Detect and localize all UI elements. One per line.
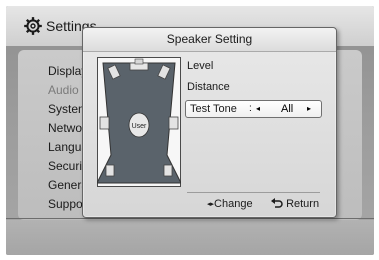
footer-band: [6, 220, 374, 255]
left-arrow-icon[interactable]: ◂: [256, 104, 260, 113]
option-test-tone[interactable]: Test Tone : ◂ All ▸: [185, 100, 322, 118]
test-tone-separator: :: [249, 103, 252, 114]
test-tone-label: Test Tone: [190, 103, 237, 115]
change-hint: ◂▸Change: [207, 198, 253, 210]
diagram-user-label: User: [132, 123, 147, 130]
test-tone-value: All: [281, 103, 294, 115]
dialog-header: Speaker Setting: [83, 28, 336, 52]
left-right-arrows-icon: ◂▸: [207, 201, 215, 208]
speaker-setting-dialog: Speaker Setting User Level Distance Test…: [82, 27, 337, 218]
speaker-layout-diagram: User: [97, 57, 181, 187]
return-icon: [271, 198, 283, 208]
right-arrow-icon[interactable]: ▸: [307, 104, 311, 113]
footer-divider: [6, 218, 374, 219]
change-label: Change: [214, 198, 253, 210]
return-label: Return: [286, 198, 320, 210]
option-level[interactable]: Level: [187, 60, 213, 72]
return-hint[interactable]: Return: [271, 198, 319, 210]
dialog-footer-divider: [187, 192, 320, 193]
dialog-title: Speaker Setting: [166, 32, 253, 46]
option-distance[interactable]: Distance: [187, 81, 230, 93]
gear-icon: [24, 17, 42, 35]
